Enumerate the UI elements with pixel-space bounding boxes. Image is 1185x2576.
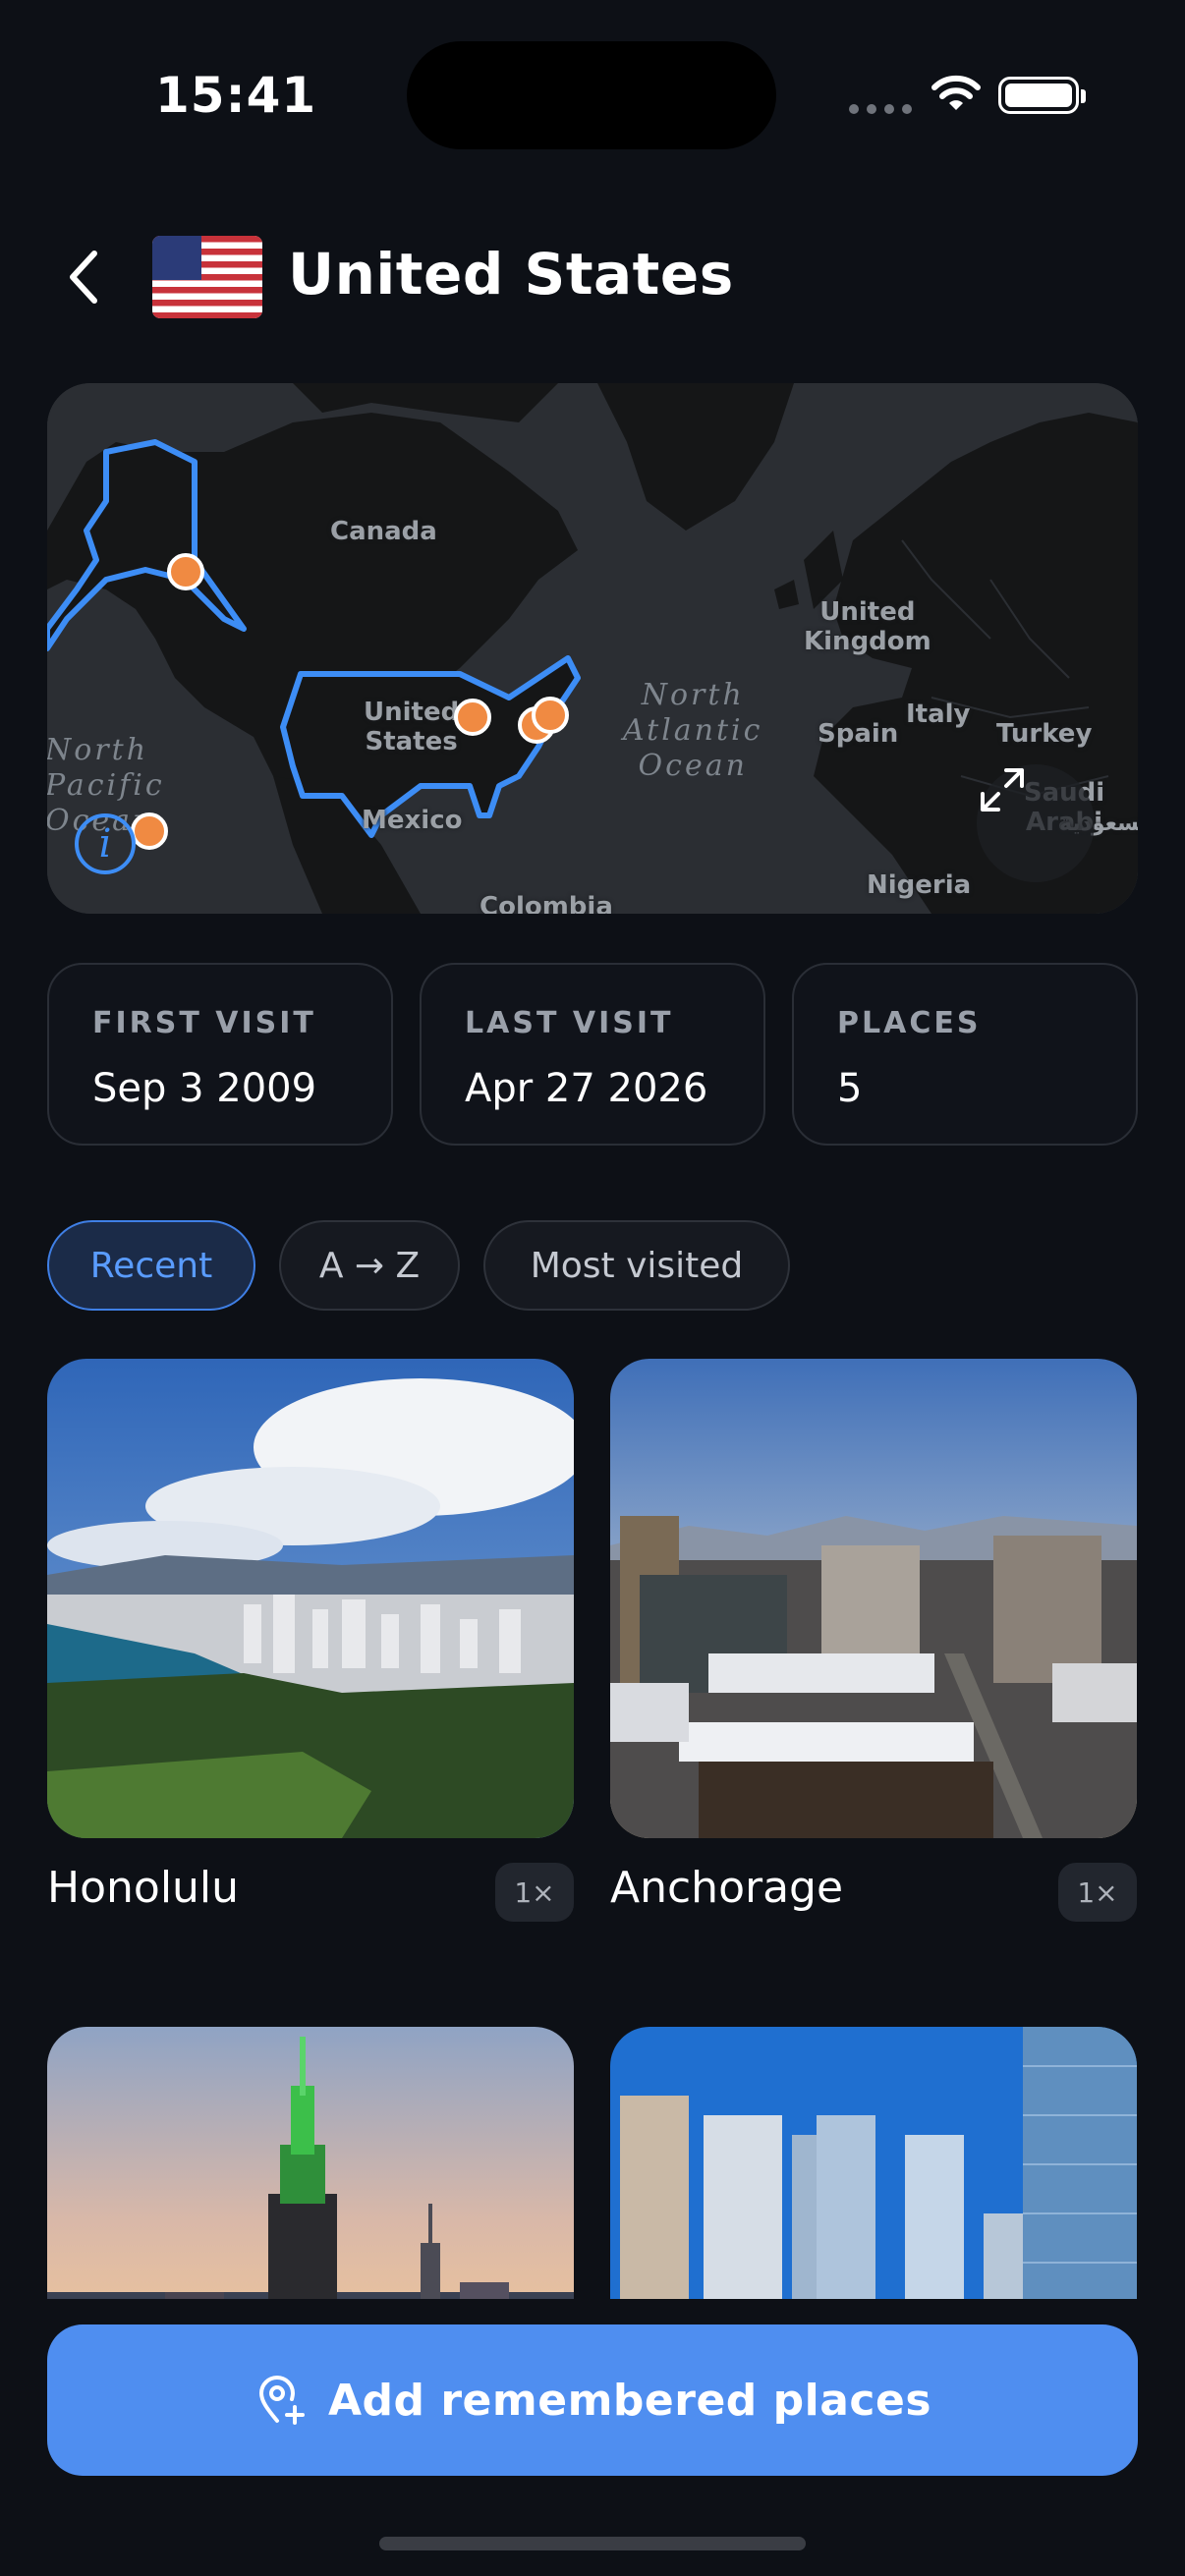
info-icon: i	[98, 821, 112, 867]
marker-anchorage[interactable]	[167, 553, 204, 590]
filter-most-visited[interactable]: Most visited	[483, 1220, 790, 1311]
page-title: United States	[288, 241, 734, 308]
place-name-honolulu: Honolulu	[47, 1863, 240, 1913]
place-photo-anchorage[interactable]	[610, 1359, 1137, 1838]
add-remembered-places-button[interactable]: Add remembered places	[47, 2324, 1138, 2476]
add-button-label: Add remembered places	[327, 2375, 932, 2426]
expand-icon	[981, 768, 1024, 812]
map-expand-button[interactable]	[977, 764, 1095, 882]
stat-label: LAST VISIT	[465, 1006, 674, 1040]
marker-new-york[interactable]	[532, 697, 569, 734]
marker-chicago[interactable]	[454, 699, 491, 736]
status-time: 15:41	[155, 67, 317, 124]
stat-value: Apr 27 2026	[465, 1066, 708, 1111]
chevron-left-icon	[70, 251, 97, 304]
map-markers	[131, 553, 569, 850]
wifi-icon	[931, 75, 981, 110]
home-indicator[interactable]	[379, 2537, 806, 2550]
map-pin-plus-icon	[258, 2376, 305, 2425]
stat-value: 5	[837, 1066, 863, 1111]
battery-icon	[998, 77, 1086, 114]
visit-count-badge: 1×	[495, 1863, 574, 1922]
filter-recent[interactable]: Recent	[47, 1220, 255, 1311]
us-flag-icon	[152, 236, 262, 318]
filter-a-to-z[interactable]: A → Z	[279, 1220, 460, 1311]
map-info-button[interactable]: i	[75, 813, 136, 874]
stat-label: FIRST VISIT	[92, 1006, 316, 1040]
place-name-anchorage: Anchorage	[610, 1863, 844, 1913]
status-bar: 15:41	[0, 0, 1185, 196]
stat-places: PLACES 5	[792, 963, 1138, 1146]
back-button[interactable]	[55, 238, 114, 316]
stat-label: PLACES	[837, 1006, 982, 1040]
cellular-signal-icon	[849, 104, 912, 114]
stat-last-visit: LAST VISIT Apr 27 2026	[420, 963, 765, 1146]
marker-honolulu[interactable]	[131, 812, 168, 850]
visit-count-badge: 1×	[1058, 1863, 1137, 1922]
visited-map[interactable]: Canada United States Mexico Colombia Uni…	[47, 383, 1138, 914]
stat-value: Sep 3 2009	[92, 1066, 317, 1111]
stat-first-visit: FIRST VISIT Sep 3 2009	[47, 963, 393, 1146]
dynamic-island	[407, 41, 776, 149]
place-photo-honolulu[interactable]	[47, 1359, 574, 1838]
